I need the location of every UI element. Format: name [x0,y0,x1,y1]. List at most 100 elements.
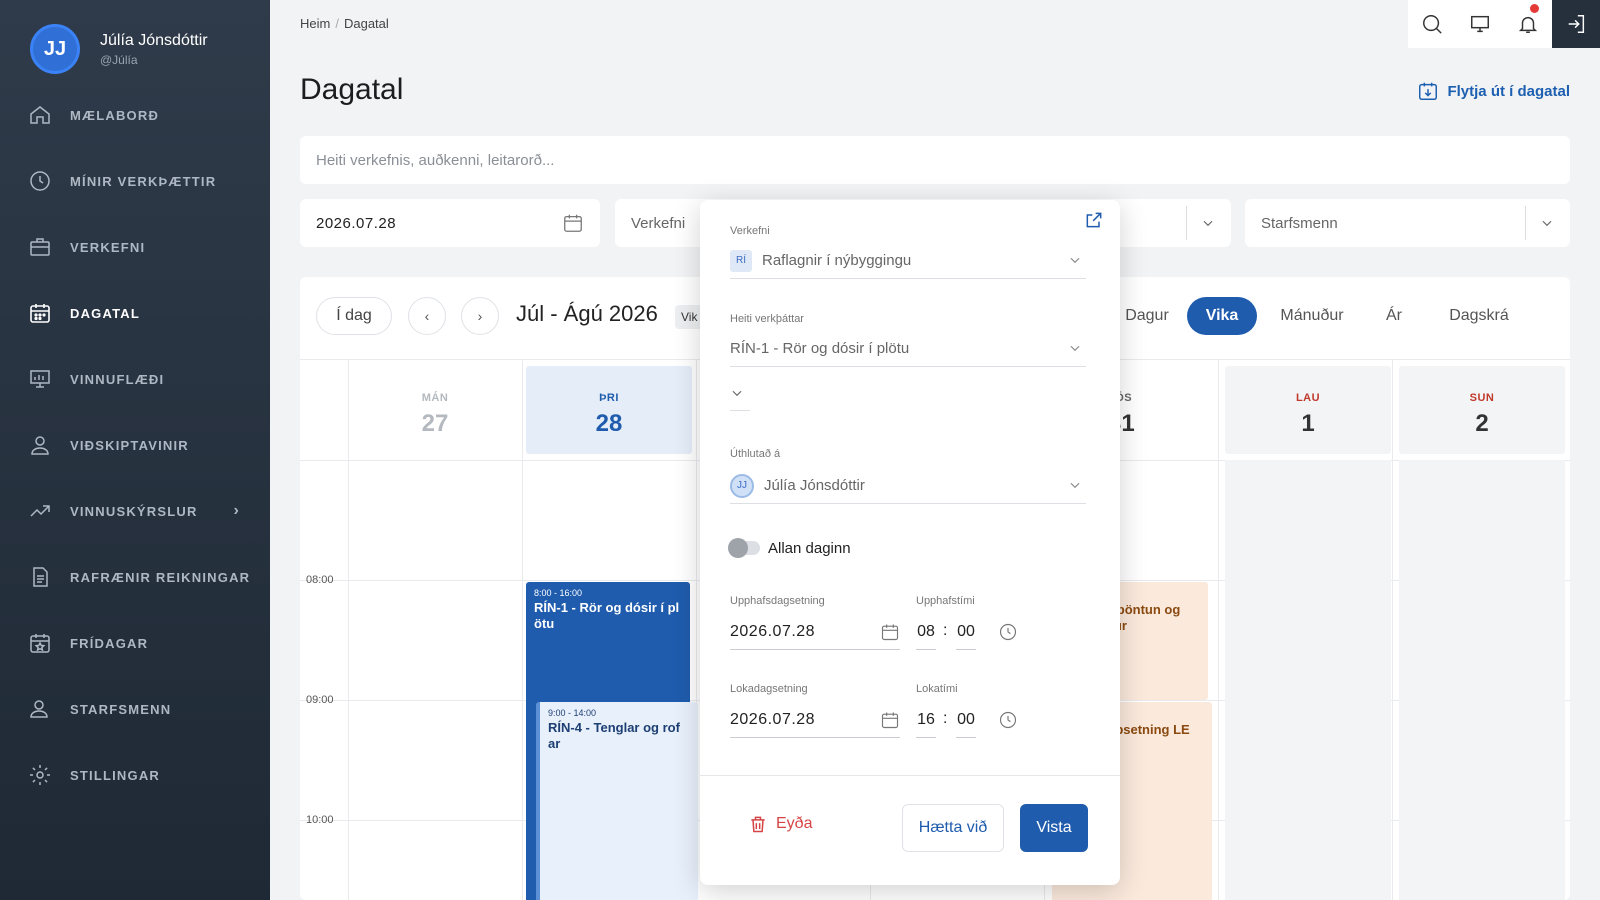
start-date-input[interactable]: 2026.07.28 [730,614,900,650]
view-agenda[interactable]: Dagskrá [1434,297,1524,335]
sidebar-item-dashboard[interactable]: MÆLABORÐ [0,82,270,148]
day-name: LAU [1295,392,1321,404]
save-button[interactable]: Vista [1020,804,1088,852]
sidebar-item-label: STARFSMENN [70,701,172,717]
sidebar-item-label: STILLINGAR [70,767,160,783]
logout-icon [1568,15,1585,33]
workflow-icon [30,370,50,388]
calendar-download-icon [1419,82,1438,100]
breadcrumb-home[interactable]: Heim [300,16,330,31]
assignee-avatar: JJ [730,473,754,498]
sidebar-item-customers[interactable]: VIÐSKIPTAVINIR [0,412,270,478]
delete-button[interactable]: Eyða [748,814,812,834]
calendar-event[interactable]: 9:00 - 14:00 RÍN-4 - Tenglar og rof ar [536,702,698,900]
view-day[interactable]: Dagur [1112,297,1182,335]
open-external-button[interactable] [1084,210,1104,235]
time-label: 09:00 [306,694,334,706]
divider [522,360,523,900]
day-header-mon[interactable]: MÁN 27 [352,366,518,454]
export-calendar-button[interactable]: Flytja út í dagatal [1417,80,1570,102]
search-input[interactable]: Heiti verkefnis, auðkenni, leitarorð... [300,136,1570,184]
sidebar-item-label: VINNUFLÆÐI [70,371,165,387]
top-toolbar [1408,0,1600,48]
end-hour-input[interactable]: 16 [916,702,936,738]
collapsed-select[interactable] [730,375,750,411]
project-label: Verkefni [730,225,770,237]
calendar-icon [30,304,50,323]
end-date-input[interactable]: 2026.07.28 [730,702,900,738]
sidebar-item-projects[interactable]: VERKEFNI [0,214,270,280]
screen-button[interactable] [1456,0,1504,48]
logout-button[interactable] [1552,0,1600,48]
sidebar-item-label: VIÐSKIPTAVINIR [70,437,189,453]
today-button[interactable]: Í dag [316,297,392,335]
event-edit-dialog: Verkefni RÍ Raflagnir í nýbyggingu Heiti… [700,200,1120,885]
assignee-select[interactable]: JJ Júlía Jónsdóttir [730,468,1086,504]
sidebar-item-label: MÍNIR VERKÞÆTTIR [70,173,217,189]
trash-icon [751,816,765,833]
time-label: 08:00 [306,574,334,586]
view-week[interactable]: Vika [1187,297,1257,335]
clock-icon[interactable] [998,622,1018,642]
assignee-value: Júlía Jónsdóttir [764,477,865,494]
view-year[interactable]: Ár [1364,297,1424,335]
task-select[interactable]: RÍN-1 - Rör og dósir í plötu [730,331,1086,367]
user-profile[interactable]: JJ Júlía Jónsdóttir @Júlía [30,24,208,74]
day-header-sun[interactable]: SUN 2 [1399,366,1565,454]
external-link-icon [1086,212,1102,228]
cancel-button[interactable]: Hætta við [902,804,1004,852]
start-time-label: Upphafstími [916,595,975,607]
day-number: 1 [1301,410,1315,437]
prev-week-button[interactable]: ‹ [408,297,446,335]
bell-icon [1518,16,1538,33]
chevron-left-icon: ‹ [424,308,430,324]
project-value: Raflagnir í nýbyggingu [762,252,912,269]
employees-filter[interactable]: Starfsmenn [1245,199,1570,247]
employees-filter-placeholder: Starfsmenn [1261,214,1338,232]
view-month[interactable]: Mánuður [1270,297,1354,335]
start-hour-input[interactable]: 08 [916,614,936,650]
page-title: Dagatal [300,73,404,106]
project-filter-placeholder: Verkefni [631,214,686,232]
start-date-value: 2026.07.28 [730,622,816,640]
sidebar-item-invoices[interactable]: RAFRÆNIR REIKNINGAR [0,544,270,610]
chevron-down-icon [1070,345,1080,352]
end-minute-input[interactable]: 00 [956,702,976,738]
sidebar-item-reports[interactable]: VINNUSKÝRSLUR › [0,478,270,544]
sidebar-item-calendar[interactable]: DAGATAL [0,280,270,346]
date-filter-value: 2026.07.28 [316,214,397,232]
day-number: 28 [595,410,623,437]
next-week-button[interactable]: › [461,297,499,335]
chevron-down-icon [1525,206,1554,240]
sidebar-item-label: MÆLABORÐ [70,107,160,123]
calendar-icon [881,624,899,640]
start-minute-input[interactable]: 00 [956,614,976,650]
sidebar-item-settings[interactable]: STILLINGAR [0,742,270,808]
export-label: Flytja út í dagatal [1447,82,1570,100]
breadcrumb-separator: / [335,16,339,31]
sidebar-item-employees[interactable]: STARFSMENN [0,676,270,742]
document-icon [33,567,48,587]
search-icon [1423,15,1442,34]
clock-icon[interactable] [998,710,1018,730]
time-separator: : [943,622,948,639]
sidebar-item-my-tasks[interactable]: MÍNIR VERKÞÆTTIR [0,148,270,214]
avatar: JJ [30,24,80,74]
notifications-button[interactable] [1504,0,1552,48]
all-day-toggle[interactable] [728,538,760,558]
day-header-sat[interactable]: LAU 1 [1225,366,1391,454]
date-filter[interactable]: 2026.07.28 [300,199,600,247]
sidebar-item-workflow[interactable]: VINNUFLÆÐI [0,346,270,412]
day-number: 2 [1475,410,1489,437]
briefcase-icon [30,238,50,256]
search-button[interactable] [1408,0,1456,48]
day-header-tue[interactable]: ÞRI 28 [526,366,692,454]
chevron-right-icon: › [233,502,240,519]
sidebar-item-holidays[interactable]: FRÍDAGAR [0,610,270,676]
project-select[interactable]: RÍ Raflagnir í nýbyggingu [730,243,1086,279]
clock-icon [30,171,50,191]
date-range: Júl - Ágú 2026 [516,301,658,326]
notification-dot [1530,4,1539,13]
task-value: RÍN-1 - Rör og dósir í plötu [730,340,910,357]
weekend-column [1399,460,1565,900]
